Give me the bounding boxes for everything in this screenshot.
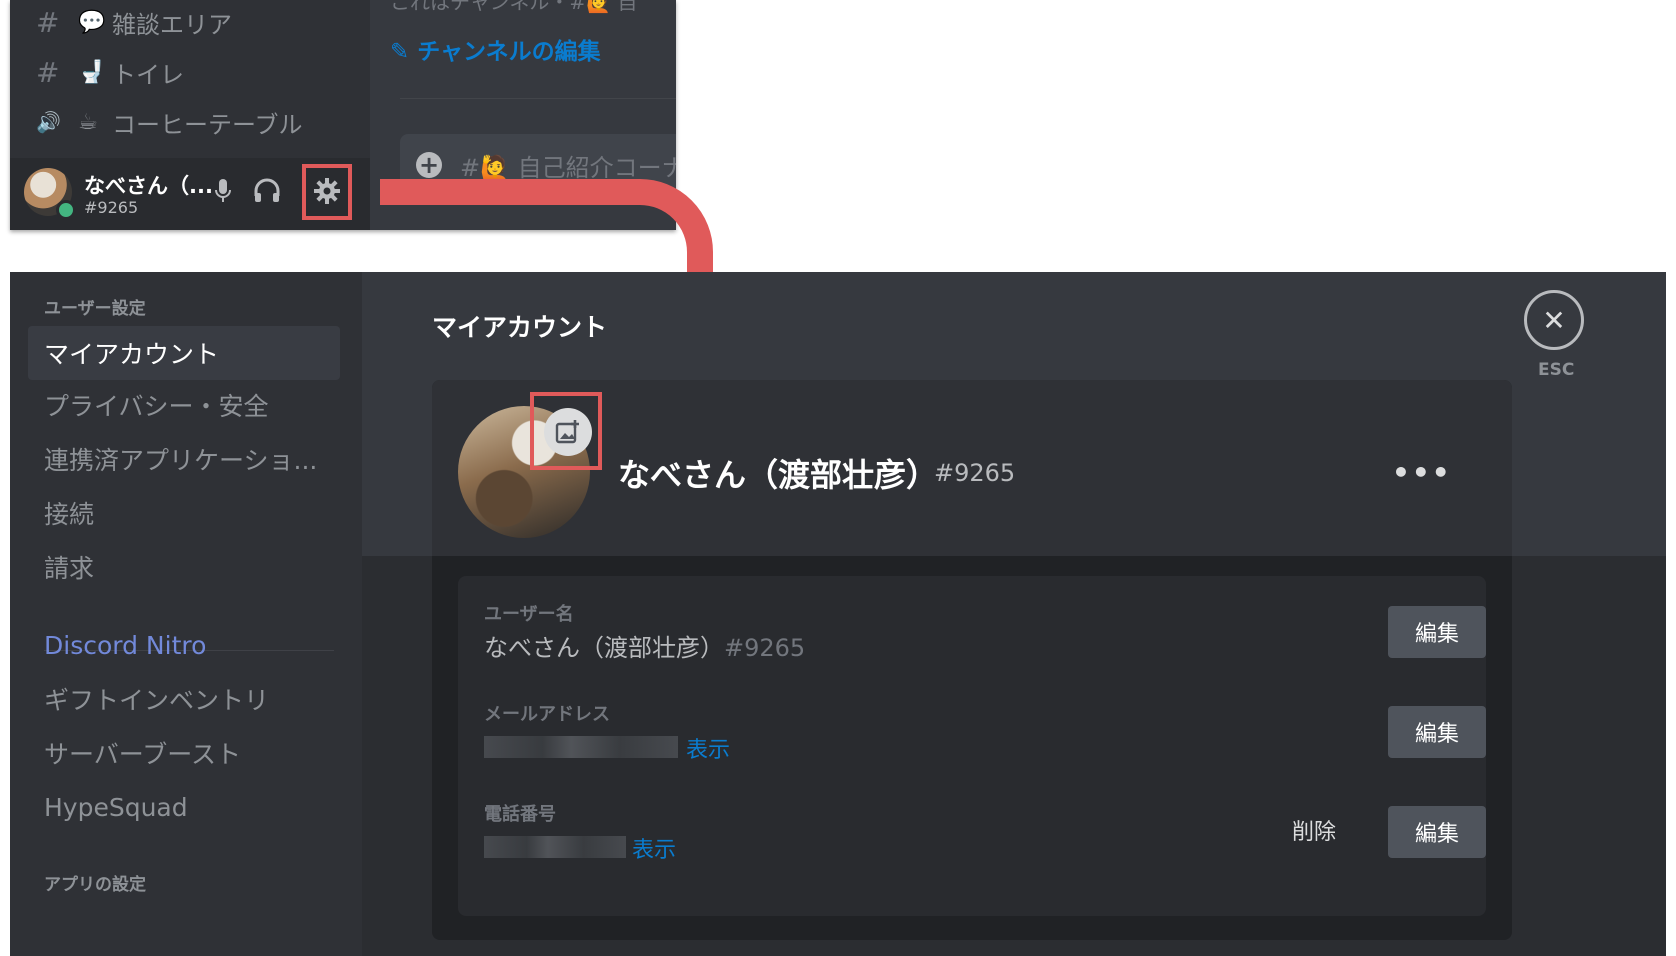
toilet-icon: 🚽 (78, 59, 106, 85)
upload-highlight-box (530, 392, 602, 470)
phone-label: 電話番号 (484, 804, 556, 825)
masked-email-value (484, 736, 678, 758)
user-tag: #9265 (84, 198, 139, 217)
delete-phone-button[interactable]: 削除 (1292, 814, 1336, 846)
text-channel-icon: # (36, 5, 60, 39)
channel-list: # 💬 雑談エリア # 🚽 トイレ 🔊 ☕ コーヒーテーブル (10, 0, 370, 158)
channel-name: コーヒーテーブル (112, 110, 303, 139)
sidebar-item-gift-inventory[interactable]: ギフトインベントリ (28, 672, 340, 726)
sidebar-item-privacy-safety[interactable]: プライバシー・安全 (28, 378, 340, 432)
masked-phone-value (484, 836, 626, 858)
edit-email-button[interactable]: 編集 (1388, 706, 1486, 758)
profile-tag: #9265 (934, 459, 1016, 487)
edit-phone-button[interactable]: 編集 (1388, 806, 1486, 858)
channel-name: 雑談エリア (112, 10, 232, 39)
edit-username-button[interactable]: 編集 (1388, 606, 1486, 658)
sidebar-item-authorized-apps[interactable]: 連携済アプリケーショ... (28, 432, 340, 486)
microphone-icon[interactable] (208, 176, 238, 206)
account-card-header: なべさん（渡部壮彦） #9265 ••• (432, 380, 1512, 556)
username-label: ユーザー名 (484, 604, 574, 625)
username: なべさん（... (84, 174, 213, 198)
coffee-icon: ☕ (78, 109, 98, 135)
channel-intro-text: これはチャンネル・#🙋 自 (390, 0, 638, 14)
sidebar-item-server-boost[interactable]: サーバーブースト (28, 726, 340, 780)
speech-bubble-icon: 💬 (78, 9, 106, 35)
online-status-icon (56, 200, 76, 220)
sidebar-header-user-settings: ユーザー設定 (44, 299, 146, 319)
channel-item-coffee-table[interactable]: 🔊 ☕ コーヒーテーブル (36, 102, 303, 142)
settings-content: マイアカウント なべさん（渡部壮彦） #9265 ••• ユーザー名 なべさん（… (362, 272, 1666, 956)
divider (400, 98, 676, 99)
user-panel: なべさん（... #9265 (10, 158, 370, 230)
sidebar-item-discord-nitro[interactable]: Discord Nitro (28, 618, 340, 672)
sidebar-header-app-settings: アプリの設定 (44, 875, 146, 895)
profile-display-name: なべさん（渡部壮彦） (618, 456, 939, 494)
settings-sidebar: ユーザー設定 マイアカウント プライバシー・安全 連携済アプリケーショ... 接… (10, 272, 362, 956)
email-label: メールアドレス (484, 704, 610, 725)
channel-name: トイレ (112, 60, 184, 89)
username-tag: #9265 (724, 634, 806, 662)
username-text: なべさん（渡部壮彦） (484, 634, 724, 662)
sidebar-item-my-account[interactable]: マイアカウント (28, 326, 340, 380)
channel-item-toilet[interactable]: # 🚽 トイレ (36, 52, 184, 92)
edit-channel-link[interactable]: ✎ チャンネルの編集 (390, 32, 601, 66)
account-card: なべさん（渡部壮彦） #9265 ••• ユーザー名 なべさん（渡部壮彦）#92… (432, 380, 1512, 940)
page-title: マイアカウント (432, 313, 608, 342)
username-value: なべさん（渡部壮彦）#9265 (484, 628, 805, 663)
sidebar-item-hypesquad[interactable]: HypeSquad (28, 780, 340, 834)
headphones-icon[interactable] (252, 176, 282, 206)
close-icon[interactable]: ✕ (1524, 290, 1584, 350)
gear-highlight-box (302, 164, 352, 220)
sidebar-item-connections[interactable]: 接続 (28, 486, 340, 540)
esc-label: ESC (1538, 360, 1575, 380)
more-options-icon[interactable]: ••• (1392, 456, 1452, 489)
user-settings-window: ユーザー設定 マイアカウント プライバシー・安全 連携済アプリケーショ... 接… (10, 272, 1666, 956)
voice-channel-icon: 🔊 (36, 110, 61, 134)
show-phone-link[interactable]: 表示 (632, 832, 676, 864)
channel-item-chat-area[interactable]: # 💬 雑談エリア (36, 2, 232, 42)
sidebar-item-billing[interactable]: 請求 (28, 540, 340, 594)
account-info-box: ユーザー名 なべさん（渡部壮彦）#9265 編集 メールアドレス 表示 編集 電… (458, 576, 1486, 916)
show-email-link[interactable]: 表示 (686, 732, 730, 764)
text-channel-icon: # (36, 55, 60, 89)
